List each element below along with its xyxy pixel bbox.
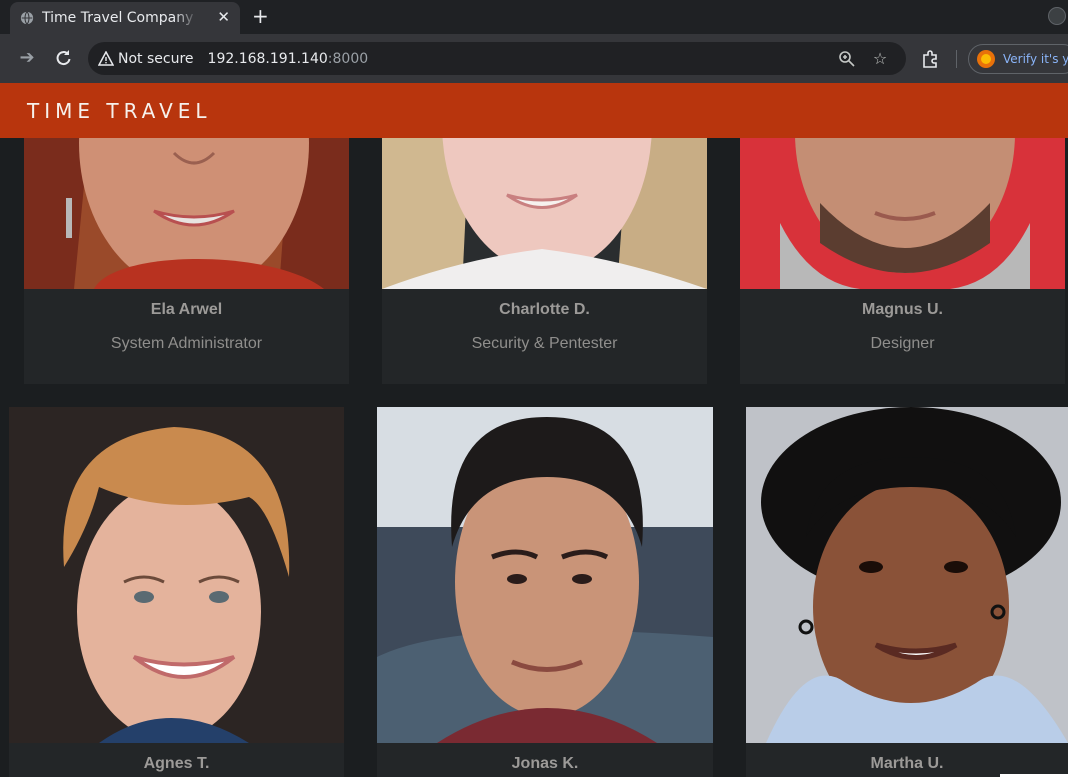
site-header: TIME TRAVEL [0,83,1068,138]
tab-search-icon[interactable] [1048,7,1066,25]
member-role: System Administrator [110,335,263,352]
member-name: Jonas K. [511,755,579,772]
not-secure-label: Not secure [118,50,194,67]
warning-icon [98,50,114,66]
toolbar-divider [956,50,957,68]
extension-chip[interactable]: Verify it's yo [968,44,1068,74]
new-tab-button[interactable]: + [252,6,269,26]
tab-title: Time Travel Company Page [42,10,198,26]
team-photo [377,407,713,743]
member-name: Magnus U. [862,301,943,318]
browser-tab[interactable]: Time Travel Company Page ✕ [10,2,240,34]
member-role: Security & Pentester [471,335,618,352]
globe-icon [20,11,34,25]
member-name: Ela Arwel [150,301,223,318]
member-role: Designer [870,335,935,352]
extensions-icon[interactable] [920,49,940,69]
reload-icon[interactable] [53,48,73,68]
team-card: Agnes T. [9,407,344,777]
team-card: Jonas K. [377,407,713,777]
extension-chip-label: Verify it's yo [1003,52,1068,66]
site-brand[interactable]: TIME TRAVEL [27,99,212,123]
url-host: 192.168.191.140 [207,50,328,67]
close-tab-icon[interactable]: ✕ [217,10,230,25]
member-name: Martha U. [870,755,944,772]
tab-strip: Time Travel Company Page ✕ + [0,0,1068,34]
security-chip[interactable]: Not secure [88,42,194,75]
url-text[interactable]: 192.168.191.140:8000 [208,51,369,67]
member-name: Agnes T. [143,755,210,772]
team-card: Martha U. [746,407,1068,777]
url-port: :8000 [327,50,369,67]
browser-toolbar: ➔ Not secure 192.168.191.140:8000 ☆ Veri… [0,34,1068,83]
team-photo [9,407,344,743]
forward-icon[interactable]: ➔ [17,48,37,68]
member-name: Charlotte D. [499,301,590,318]
team-photo [746,407,1068,743]
page-viewport[interactable]: TIME TRAVEL Ela Arwel System Administrat… [0,83,1068,777]
star-icon[interactable]: ☆ [871,50,889,68]
zoom-icon[interactable] [838,50,856,68]
address-bar[interactable]: Not secure 192.168.191.140:8000 ☆ [88,42,906,75]
extension-logo-icon [977,50,995,68]
